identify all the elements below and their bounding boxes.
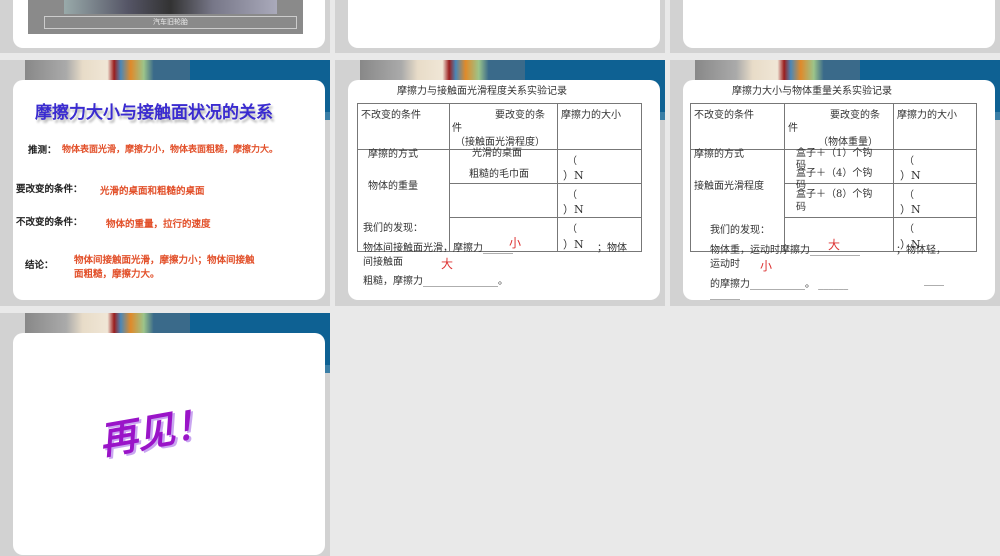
guess-label: 推测： xyxy=(28,145,57,156)
table-title: 摩擦力大小与物体重量关系实验记录 xyxy=(732,86,892,97)
finding-line-2: 运动时 xyxy=(710,259,740,270)
finding-line-1b: ；物体 xyxy=(597,243,627,254)
conclusion-line-1: 物体间接触面光滑，摩擦力小；物体间接触 xyxy=(74,255,255,266)
table-divider xyxy=(557,103,558,252)
fixed-cond: 物体的重量 xyxy=(368,181,418,192)
slide-thumbnail-7[interactable]: 再见！ xyxy=(0,313,330,556)
slide-thumbnail-6[interactable]: 摩擦力大小与物体重量关系实验记录 不改变的条件 要改变的条 件 （物体重量） 摩… xyxy=(670,60,1000,306)
vary-cond: 码 xyxy=(796,202,806,213)
slide-thumbnail-1[interactable]: 汽车旧轮胎 xyxy=(0,0,330,53)
header-vary: 要改变的条 xyxy=(830,110,880,121)
tire-image-frame: 汽车旧轮胎 xyxy=(28,0,303,34)
paren: （ xyxy=(567,190,577,201)
slide-thumbnail-3[interactable] xyxy=(670,0,1000,53)
finding-line-1b: ；物体轻， xyxy=(896,245,946,256)
header-friction: 摩擦力的大小 xyxy=(897,110,957,121)
unit: ）N xyxy=(900,203,921,216)
vary-cond: 盒子＋（1）个钩 xyxy=(796,148,873,159)
header-photo xyxy=(695,60,860,80)
finding-line-3: 的摩擦力___________。 ______ xyxy=(710,279,849,290)
unit: ）N xyxy=(563,203,584,216)
header-fixed: 不改变的条件 xyxy=(694,110,754,121)
slide-thumbnail-2[interactable] xyxy=(335,0,665,53)
header-vary-cont: 件 xyxy=(788,123,798,134)
change-text: 光滑的桌面和粗糙的桌面 xyxy=(100,186,205,197)
vary-cond: 粗糙的毛巾面 xyxy=(469,169,529,180)
guess-text: 物体表面光滑，摩擦力小，物体表面粗糙，摩擦力大。 xyxy=(62,145,279,155)
keep-text: 物体的重量，拉行的速度 xyxy=(106,219,211,230)
answer-large: 大 xyxy=(441,257,454,271)
table-divider xyxy=(784,183,977,184)
slide-card xyxy=(348,0,660,48)
slide-thumbnail-4[interactable]: 摩擦力大小与接触面状况的关系 推测： 物体表面光滑，摩擦力小，物体表面粗糙，摩擦… xyxy=(0,60,330,306)
finding-line-2: 间接触面 xyxy=(363,257,403,268)
change-label: 要改变的条件： xyxy=(16,184,83,195)
vary-cond: 盒子＋（4）个钩 xyxy=(796,168,873,179)
paren: （ xyxy=(904,156,914,167)
table-divider xyxy=(784,103,785,252)
header-vary: 要改变的条 xyxy=(495,110,545,121)
conclusion-label: 结论： xyxy=(25,260,54,271)
table-title: 摩擦力与接触面光滑程度关系实验记录 xyxy=(397,86,567,97)
header-vary-cont: 件 xyxy=(452,123,462,134)
keep-label: 不改变的条件： xyxy=(16,217,83,228)
fixed-cond: 摩擦的方式 xyxy=(368,149,418,160)
table-divider xyxy=(449,103,450,252)
fixed-cond: 摩擦的方式 xyxy=(694,149,744,160)
paren: （ xyxy=(904,190,914,201)
paren: （ xyxy=(567,224,577,235)
finding-line-5: ______ xyxy=(710,289,740,300)
conclusion-line-2: 面粗糙，摩擦力大。 xyxy=(74,269,160,280)
header-photo xyxy=(25,60,190,80)
table-divider xyxy=(449,183,642,184)
answer-small: 小 xyxy=(760,259,773,273)
table-divider xyxy=(784,217,977,218)
slide-card xyxy=(683,0,995,48)
header-photo xyxy=(360,60,525,80)
finding-label: 我们的发现： xyxy=(710,225,770,236)
finding-line-4: ____ xyxy=(924,275,944,286)
table-divider xyxy=(449,217,642,218)
unit: ）N xyxy=(900,169,921,182)
answer-large: 大 xyxy=(828,238,841,252)
header-photo xyxy=(25,313,190,333)
unit: ）N xyxy=(563,238,584,251)
table-divider xyxy=(893,103,894,252)
paren: （ xyxy=(567,156,577,167)
header-fixed: 不改变的条件 xyxy=(361,110,421,121)
answer-small: 小 xyxy=(509,236,522,250)
finding-line-1: 物体间接触面光滑，摩擦力______ xyxy=(363,243,513,254)
unit: ）N xyxy=(563,169,584,182)
finding-line-3: 粗糙，摩擦力_______________。 xyxy=(363,276,508,287)
finding-label: 我们的发现： xyxy=(363,223,423,234)
photo-caption: 汽车旧轮胎 xyxy=(44,16,297,29)
slide-thumbnail-5[interactable]: 摩擦力与接触面光滑程度关系实验记录 不改变的条件 要改变的条 件 （接触面光滑程… xyxy=(335,60,665,306)
fixed-cond: 接触面光滑程度 xyxy=(694,181,764,192)
paren: （ xyxy=(904,224,914,235)
header-friction: 摩擦力的大小 xyxy=(561,110,621,121)
vary-cond: 光滑的桌面 xyxy=(472,148,522,159)
vary-cond: 盒子＋（8）个钩 xyxy=(796,189,873,200)
tire-photo xyxy=(64,0,277,14)
slide-title: 摩擦力大小与接触面状况的关系 xyxy=(35,103,273,123)
